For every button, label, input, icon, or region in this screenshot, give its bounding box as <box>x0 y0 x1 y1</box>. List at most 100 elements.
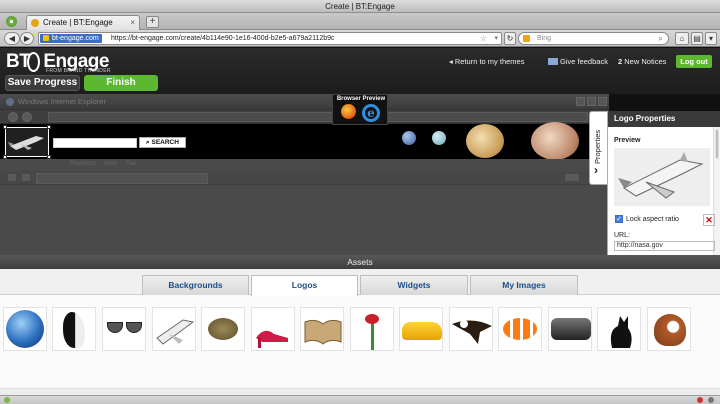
bing-icon <box>523 35 530 42</box>
firefox-icon[interactable] <box>341 104 356 119</box>
flower-stem-icon <box>371 320 374 350</box>
logout-button[interactable]: Log out <box>676 55 712 68</box>
logo-subtitle: FROM BRAND THUNDER <box>46 68 111 74</box>
browser-logo-icon[interactable] <box>6 16 17 27</box>
save-progress-button[interactable]: Save Progress <box>5 75 80 91</box>
preview-url-field <box>48 112 588 122</box>
baseball-glove-logo-thumbnail[interactable] <box>647 307 691 351</box>
tab-close-icon[interactable]: × <box>130 16 135 29</box>
resize-grip-icon[interactable] <box>708 397 714 403</box>
open-book-icon <box>304 319 342 345</box>
tab-backgrounds[interactable]: Backgrounds <box>142 275 249 295</box>
planet-neptune <box>402 131 416 145</box>
assets-scrollbar[interactable] <box>0 388 720 395</box>
flower-logo-thumbnail[interactable] <box>350 307 394 351</box>
lock-icon <box>43 35 49 41</box>
tab-my-images[interactable]: My Images <box>470 275 578 295</box>
lightning-bolt-icon <box>27 52 40 72</box>
selected-logo[interactable] <box>3 125 51 159</box>
book-logo-thumbnail[interactable] <box>300 307 344 351</box>
envelope-icon <box>548 58 558 65</box>
sports-car-logo-thumbnail[interactable] <box>399 307 443 351</box>
bookmarks-button[interactable]: ▤ <box>691 32 703 45</box>
sunglasses-logo-thumbnail[interactable] <box>102 307 146 351</box>
feedback-link-label: Give feedback <box>560 57 608 66</box>
eagle-logo-thumbnail[interactable] <box>449 307 493 351</box>
space-shuttle-logo-thumbnail[interactable] <box>152 307 196 351</box>
high-heel-logo-thumbnail[interactable] <box>251 307 295 351</box>
lock-aspect-label: Lock aspect ratio <box>626 216 679 223</box>
properties-panel-toggle[interactable]: Properties › <box>589 111 607 185</box>
url-label: URL: <box>614 232 630 239</box>
url-text[interactable]: https://bt-engage.com/create/4b114e90-1e… <box>111 33 335 44</box>
notices-label: New Notices <box>624 57 667 66</box>
internet-explorer-icon[interactable]: e <box>362 104 380 122</box>
properties-tab-label: Properties <box>593 129 602 164</box>
toolbar-search-label: SEARCH <box>151 139 179 146</box>
earth-icon <box>6 310 44 348</box>
reload-button[interactable]: ↻ <box>504 32 516 45</box>
give-feedback-link[interactable]: Give feedback <box>548 57 608 67</box>
toolbar-search-input[interactable] <box>53 138 137 148</box>
scrollbar-thumb[interactable] <box>715 129 719 159</box>
logo-url-input[interactable]: http://nasa.gov <box>614 241 715 251</box>
clownfish-icon <box>503 318 537 340</box>
back-button[interactable]: ◀ <box>4 32 20 45</box>
vintage-car-icon <box>551 318 591 340</box>
window-title-bar: Create | BT:Engage <box>0 0 720 13</box>
browser-tab[interactable]: Create | BT:Engage × <box>26 15 140 30</box>
home-button[interactable]: ⌂ <box>675 32 689 45</box>
toolbar-search-button[interactable]: ⌕ SEARCH <box>139 137 186 148</box>
url-dropdown-icon[interactable]: ▾ <box>494 33 498 44</box>
orca-logo-thumbnail[interactable] <box>52 307 96 351</box>
clownfish-logo-thumbnail[interactable] <box>498 307 542 351</box>
sunglasses-lens-icon <box>126 322 142 333</box>
chevron-right-icon: › <box>594 163 598 177</box>
preview-favorites-bar <box>0 171 609 185</box>
delete-logo-button[interactable]: ✕ <box>703 214 715 226</box>
eagle-icon <box>452 320 492 344</box>
address-bar[interactable]: bt-engage.com https://bt-engage.com/crea… <box>38 32 502 45</box>
tab-logos[interactable]: Logos <box>251 275 358 296</box>
vintage-car-logo-thumbnail[interactable] <box>548 307 592 351</box>
design-canvas[interactable]: Windows Internet Explorer ⌕ SEARCH Produ… <box>0 94 609 255</box>
sunglasses-lens-icon <box>107 322 123 333</box>
red-high-heel-icon <box>256 330 288 348</box>
toolbar-background[interactable]: ⌕ SEARCH <box>0 122 609 160</box>
return-to-themes-link[interactable]: ◂ Return to my themes <box>449 57 524 67</box>
earth-logo-thumbnail[interactable] <box>3 307 47 351</box>
planet-jupiter <box>531 122 579 160</box>
cat-logo-thumbnail[interactable] <box>597 307 641 351</box>
preview-tab <box>36 173 208 184</box>
assets-header[interactable]: Assets <box>0 255 720 269</box>
addon-icon[interactable] <box>697 397 703 403</box>
preview-link: Web <box>104 160 118 167</box>
navigation-bar: ◀ ▶ bt-engage.com https://bt-engage.com/… <box>0 30 720 47</box>
turtle-logo-thumbnail[interactable] <box>201 307 245 351</box>
preview-links-bar: Products Web Tab <box>0 159 609 171</box>
flower-icon <box>365 314 379 324</box>
planet-saturn <box>466 124 504 158</box>
resize-handle[interactable] <box>3 125 7 129</box>
resize-handle[interactable] <box>47 125 51 129</box>
lock-aspect-checkbox[interactable]: ✓ <box>615 215 623 223</box>
forward-button[interactable]: ▶ <box>20 32 34 45</box>
menu-button[interactable]: ▾ <box>705 32 717 45</box>
notices-link[interactable]: 2 New Notices <box>618 57 666 67</box>
new-tab-button[interactable]: + <box>146 16 159 28</box>
tab-widgets[interactable]: Widgets <box>360 275 468 295</box>
preview-window-title-bar: Windows Internet Explorer <box>0 94 609 110</box>
site-identity-badge[interactable]: bt-engage.com <box>40 34 102 43</box>
finish-button[interactable]: Finish <box>84 75 158 91</box>
browser-status-bar <box>0 395 720 404</box>
favorites-add-icon <box>22 174 30 181</box>
bookmark-star-icon[interactable]: ☆ <box>480 33 487 44</box>
assets-panel: Backgrounds Logos Widgets My Images <box>0 269 720 395</box>
search-input[interactable]: Bing ⌕ <box>518 32 669 45</box>
properties-scrollbar[interactable] <box>713 127 720 255</box>
logo-properties-panel: Logo Properties Preview ✓ Lock aspect ra… <box>607 111 720 255</box>
browser-preview-selector[interactable]: Browser Preview e <box>332 94 388 125</box>
app-header: BT Engage FROM BRAND THUNDER Save Progres… <box>0 48 720 94</box>
search-icon[interactable]: ⌕ <box>659 33 663 44</box>
site-badge-label: bt-engage.com <box>52 35 99 42</box>
